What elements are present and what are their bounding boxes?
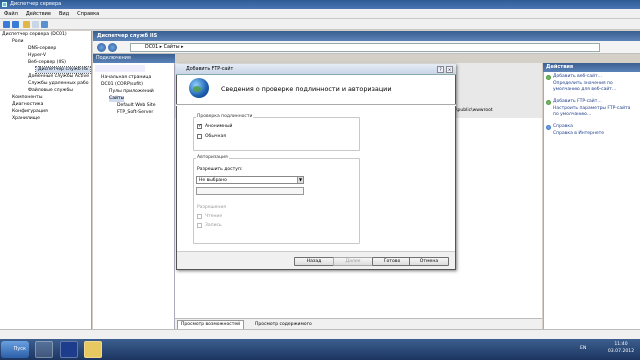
tree-item-ad[interactable]: Доменные службы Active: [28, 74, 89, 80]
authentication-legend: Проверка подлинности: [196, 114, 254, 119]
action-online-help[interactable]: Справка в Интернете: [553, 131, 637, 137]
write-checkbox: [197, 223, 202, 228]
conn-app-pools[interactable]: Пулы приложений: [109, 89, 154, 95]
anonymous-checkbox[interactable]: ✓: [197, 124, 202, 129]
tree-item-server-manager[interactable]: Диспетчер сервера (DC01): [2, 32, 67, 38]
basic-checkbox[interactable]: [197, 134, 202, 139]
menu-action[interactable]: Действие: [26, 9, 51, 18]
authorization-legend: Авторизация: [196, 155, 229, 160]
nav-back-icon[interactable]: [97, 43, 106, 52]
tab-content-view[interactable]: Просмотр содержимого: [255, 321, 312, 329]
back-button[interactable]: Назад: [294, 257, 334, 266]
navigation-tree: Диспетчер сервера (DC01) Роли DNS-сервер…: [0, 31, 92, 339]
write-label: Запись: [205, 223, 222, 228]
tree-item-dns[interactable]: DNS-сервер: [28, 46, 56, 52]
connections-pane: Начальная страница DC01 (CORP\sofit) Пул…: [93, 63, 175, 329]
iis-manager-header: Диспетчер служб IIS: [93, 31, 640, 41]
conn-start-page[interactable]: Начальная страница: [101, 75, 151, 81]
clock[interactable]: 11:40 03.07.2012: [604, 341, 638, 358]
menu-view[interactable]: Вид: [59, 9, 69, 18]
add-website-icon: [546, 75, 551, 80]
dialog-title-bar: Добавить FTP-сайт: [176, 64, 456, 75]
action-add-website[interactable]: Добавить веб-сайт...: [553, 74, 637, 80]
tree-item-roles[interactable]: Роли: [12, 39, 24, 45]
allow-access-input: [196, 187, 304, 195]
action-website-defaults[interactable]: Определить значения по умолчанию для веб…: [553, 81, 637, 92]
tree-item-diagnostics[interactable]: Диагностика: [12, 102, 43, 108]
up-folder-icon[interactable]: [23, 21, 30, 28]
conn-sites[interactable]: Сайты: [109, 96, 125, 102]
actions-header: Действия: [543, 63, 640, 72]
powershell-taskbar-icon[interactable]: [60, 341, 78, 358]
forward-icon[interactable]: [12, 21, 19, 28]
anonymous-label: Анонимный: [205, 124, 233, 129]
conn-server[interactable]: DC01 (CORP\sofit): [101, 82, 143, 88]
tree-item-iis[interactable]: Веб-сервер (IIS): [28, 60, 66, 66]
finish-button[interactable]: Готово: [372, 257, 412, 266]
help-icon[interactable]: [41, 21, 48, 28]
tree-item-features[interactable]: Компоненты: [12, 95, 43, 101]
permissions-legend: Разрешения: [197, 205, 226, 210]
action-add-ftp-site[interactable]: Добавить FTP-сайт...: [553, 99, 637, 105]
next-button: Далее: [333, 257, 373, 266]
dialog-title: Добавить FTP-сайт: [186, 67, 234, 72]
cancel-button[interactable]: Отмена: [409, 257, 449, 266]
back-icon[interactable]: [3, 21, 10, 28]
tree-item-hyperv[interactable]: Hyper-V: [28, 53, 46, 59]
tree-item-rds[interactable]: Службы удаленных рабо: [28, 81, 89, 87]
action-ftp-defaults[interactable]: Настроить параметры FTP-сайта по умолчан…: [553, 106, 637, 117]
toolbar: [0, 19, 640, 30]
help-circle-icon: [546, 125, 551, 130]
read-label: Чтение: [205, 214, 223, 219]
tree-item-file-services[interactable]: Файловые службы: [28, 88, 73, 94]
add-ftp-site-icon: [546, 100, 551, 105]
conn-ftp-site[interactable]: FTP_Soft-Server: [117, 110, 153, 116]
nav-forward-icon[interactable]: [108, 43, 117, 52]
window-title: Диспетчер сервера: [10, 1, 62, 7]
menu-bar: Файл Действие Вид Справка: [0, 9, 640, 19]
clock-time: 11:40: [614, 342, 628, 347]
dialog-heading: Сведения о проверке подлинности и автори…: [221, 85, 392, 93]
action-help[interactable]: Справка: [553, 124, 637, 130]
menu-help[interactable]: Справка: [77, 9, 99, 18]
tree-item-storage[interactable]: Хранилище: [12, 116, 40, 122]
globe-land-decoration: [193, 86, 201, 92]
read-checkbox: [197, 214, 202, 219]
view-tabs: Просмотр возможностей Просмотр содержимо…: [175, 318, 542, 330]
chevron-down-icon[interactable]: ▼: [297, 177, 303, 183]
language-indicator[interactable]: EN: [580, 346, 586, 351]
clock-date: 03.07.2012: [607, 349, 635, 354]
start-button[interactable]: Пуск: [1, 341, 29, 358]
tree-item-configuration[interactable]: Конфигурация: [12, 109, 48, 115]
status-bar: [0, 329, 640, 339]
basic-label: Обычная: [205, 134, 226, 139]
menu-file[interactable]: Файл: [4, 9, 18, 18]
tree-item-iis-manager[interactable]: Диспетчер служб IIS: [35, 66, 91, 74]
allow-access-label: Разрешить доступ:: [197, 167, 243, 172]
server-manager-icon: [2, 2, 7, 7]
conn-default-web-site[interactable]: Default Web Site: [117, 103, 156, 109]
window-title-bar: Диспетчер сервера: [0, 0, 640, 9]
connections-toolbar: [95, 65, 145, 72]
connections-header: Подключения: [93, 54, 175, 63]
dialog-close-button[interactable]: ×: [446, 66, 453, 73]
dialog-help-button[interactable]: ?: [437, 66, 444, 73]
server-manager-taskbar-icon[interactable]: [35, 341, 53, 358]
show-tree-icon[interactable]: [32, 21, 39, 28]
explorer-taskbar-icon[interactable]: [84, 341, 102, 358]
allow-access-select[interactable]: Не выбрано: [196, 176, 304, 184]
address-breadcrumb[interactable]: DC01 ▸ Сайты ▸: [130, 43, 600, 52]
site-path: \public\wwwroot: [456, 108, 493, 113]
